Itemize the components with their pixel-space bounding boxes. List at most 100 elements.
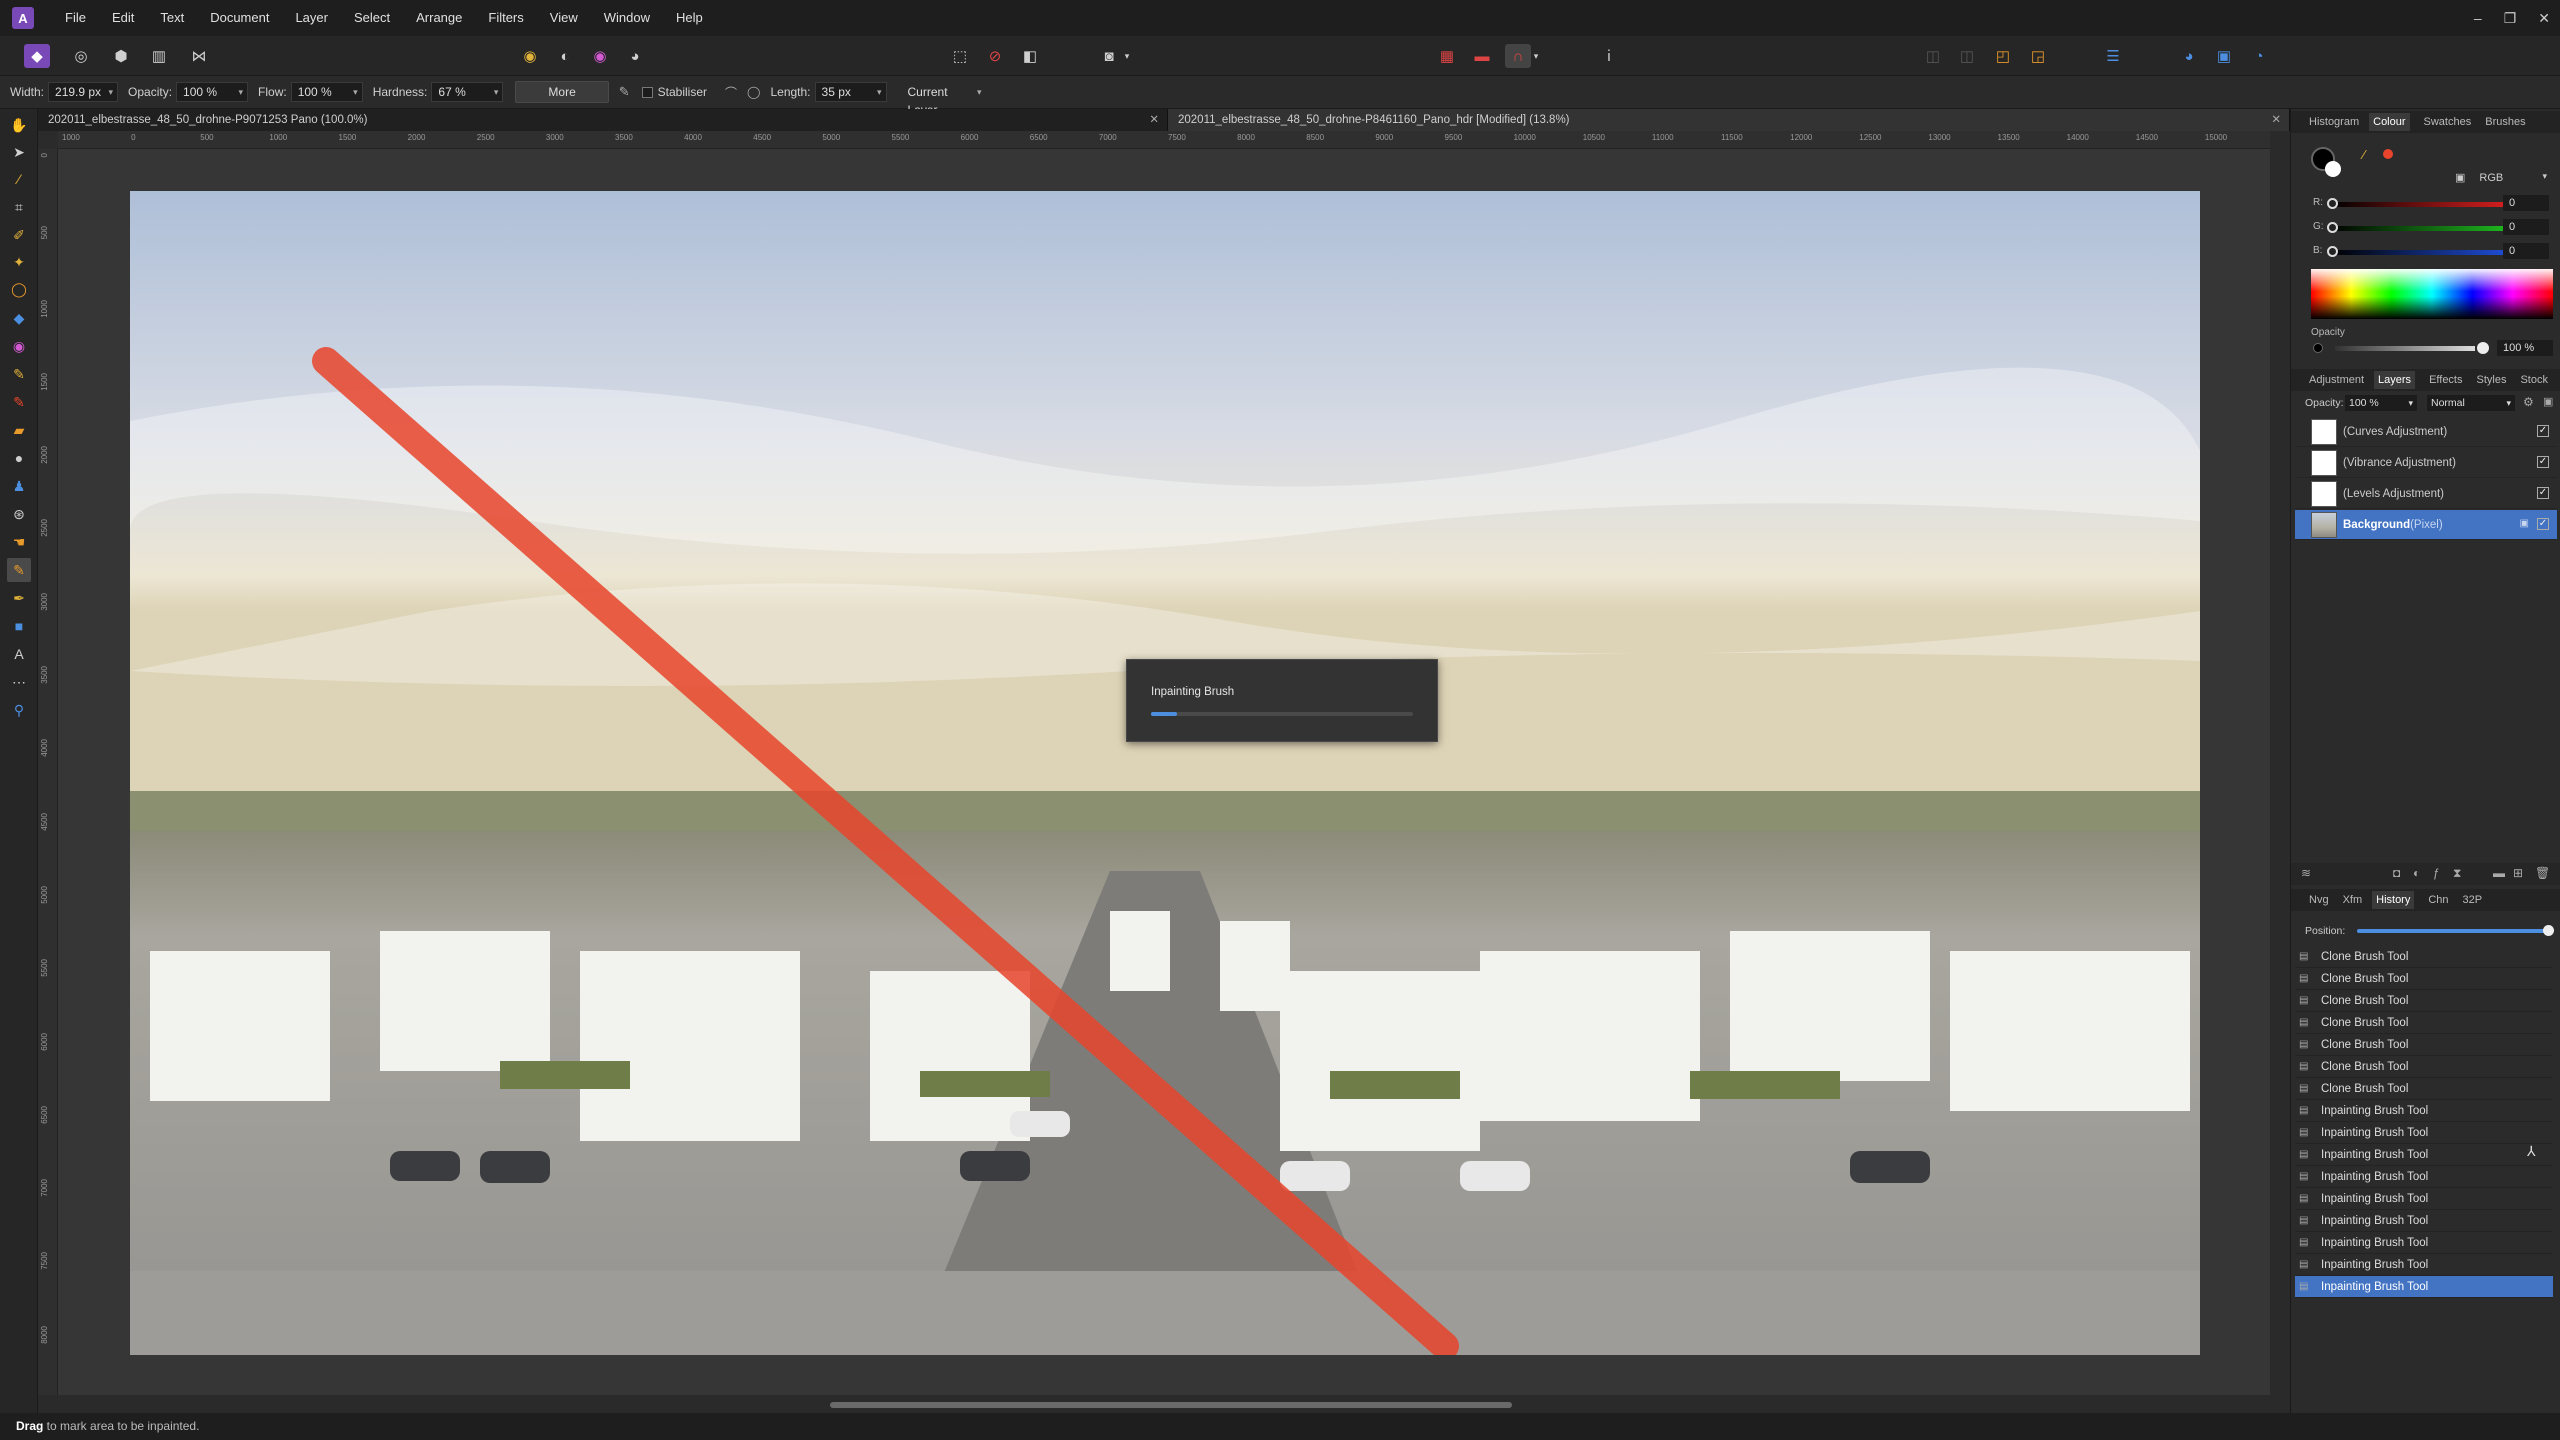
- mesh-warp-icon[interactable]: ⋯: [7, 670, 31, 694]
- assistant-icon[interactable]: ▬: [1469, 44, 1495, 68]
- layer-opacity-field[interactable]: 100 % ▾: [2345, 395, 2417, 411]
- layer-row-background[interactable]: Background (Pixel) ▣ ✓: [2295, 510, 2557, 540]
- pen-tool-icon[interactable]: ✒: [7, 586, 31, 610]
- history-item[interactable]: ▤ Clone Brush Tool: [2295, 1056, 2553, 1078]
- red-knob[interactable]: [2327, 198, 2338, 209]
- fx-icon[interactable]: ƒ: [2433, 866, 2440, 880]
- adjustment-icon[interactable]: ◐: [2413, 866, 2420, 880]
- history-item[interactable]: ▤ Inpainting Brush Tool: [2295, 1210, 2553, 1232]
- blue-knob[interactable]: [2327, 246, 2338, 257]
- colour-replace-icon[interactable]: ✎: [7, 390, 31, 414]
- selection-brush-icon[interactable]: ✐: [7, 223, 31, 247]
- blend-mode-dropdown[interactable]: Normal ▾: [2427, 395, 2515, 411]
- menu-text[interactable]: Text: [147, 0, 197, 36]
- history-item[interactable]: ▤ Clone Brush Tool: [2295, 946, 2553, 968]
- erase-brush-icon[interactable]: ▰: [7, 418, 31, 442]
- arrange-forward-icon[interactable]: ◫: [1954, 44, 1980, 68]
- live-filter-icon[interactable]: ⧗: [2453, 866, 2461, 881]
- red-slider[interactable]: R: 0: [2313, 195, 2549, 211]
- eyedropper-icon[interactable]: ⁄: [2363, 147, 2365, 162]
- restore-icon[interactable]: ❐: [2504, 10, 2517, 27]
- menu-layer[interactable]: Layer: [282, 0, 341, 36]
- window-mode-icon[interactable]: ◯: [747, 85, 760, 99]
- snapping-icon[interactable]: ∩: [1505, 44, 1531, 68]
- photo-persona-icon[interactable]: ◆: [24, 44, 50, 68]
- history-item[interactable]: ▤ Inpainting Brush Tool: [2295, 1254, 2553, 1276]
- position-track[interactable]: [2357, 929, 2551, 933]
- layer-visibility-checkbox[interactable]: ✓: [2537, 487, 2549, 499]
- tab-transform[interactable]: Xfm: [2343, 894, 2363, 906]
- layer-visibility-checkbox[interactable]: ✓: [2537, 425, 2549, 437]
- pressure-icon[interactable]: ✎: [619, 84, 630, 100]
- swap-icon[interactable]: ◔: [2246, 44, 2272, 68]
- tab-effects[interactable]: Effects: [2429, 374, 2462, 386]
- tab-styles[interactable]: Styles: [2477, 374, 2507, 386]
- more-button[interactable]: More: [515, 81, 609, 103]
- close-icon[interactable]: ✕: [2538, 10, 2550, 27]
- lasso-icon[interactable]: ◯: [7, 277, 31, 301]
- auto-contrast-icon[interactable]: ◐: [552, 44, 578, 68]
- auto-levels-icon[interactable]: ◉: [517, 44, 543, 68]
- stabiliser-checkbox[interactable]: [641, 86, 653, 98]
- blue-slider[interactable]: B: 0: [2313, 243, 2549, 259]
- hardness-field[interactable]: 67 % ▾: [431, 82, 504, 102]
- tab-layers[interactable]: Layers: [2374, 371, 2416, 389]
- history-item[interactable]: ▤ Clone Brush Tool: [2295, 1034, 2553, 1056]
- r-value[interactable]: 0: [2503, 195, 2549, 211]
- g-value[interactable]: 0: [2503, 219, 2549, 235]
- lock-icon[interactable]: ▣: [2520, 518, 2529, 529]
- minimize-icon[interactable]: –: [2474, 10, 2482, 26]
- add-layer-icon[interactable]: ⊞: [2513, 866, 2523, 880]
- view-tool-icon[interactable]: ✋: [7, 113, 31, 137]
- mask-icon[interactable]: ◘: [2393, 866, 2400, 880]
- deselect-icon[interactable]: ⊘: [982, 44, 1008, 68]
- menu-edit[interactable]: Edit: [99, 0, 147, 36]
- auto-colours-icon[interactable]: ◉: [587, 44, 613, 68]
- grid-icon[interactable]: ▦: [1434, 44, 1460, 68]
- arrange-front-icon[interactable]: ◰: [1990, 44, 2016, 68]
- tab-stock[interactable]: Stock: [2520, 374, 2548, 386]
- vertical-scrollbar[interactable]: [2270, 131, 2290, 1395]
- flood-fill-icon[interactable]: ◆: [7, 306, 31, 330]
- arrange-back-most-icon[interactable]: ◲: [2025, 44, 2051, 68]
- quick-mask-icon[interactable]: ◙: [1096, 44, 1122, 68]
- crop-tool-icon[interactable]: ⌗: [7, 195, 31, 219]
- colour-picker-icon[interactable]: ⁄: [7, 167, 31, 191]
- menu-select[interactable]: Select: [341, 0, 403, 36]
- tab-32p[interactable]: 32P: [2463, 894, 2483, 906]
- tab-histogram[interactable]: Histogram: [2309, 116, 2359, 128]
- history-item[interactable]: ▤ Inpainting Brush Tool: [2295, 1276, 2553, 1298]
- menu-file[interactable]: File: [52, 0, 99, 36]
- paint-brush-icon[interactable]: ✎: [7, 362, 31, 386]
- history-item[interactable]: ▤ Inpainting Brush Tool: [2295, 1144, 2553, 1166]
- history-item[interactable]: ▤ Clone Brush Tool: [2295, 990, 2553, 1012]
- chevron-down-icon[interactable]: ▾: [1120, 44, 1134, 68]
- tab-channels[interactable]: Chn: [2428, 894, 2448, 906]
- layer-row-levels[interactable]: (Levels Adjustment) ✓: [2295, 479, 2557, 509]
- close-icon[interactable]: ✕: [2271, 109, 2281, 131]
- history-item[interactable]: ▤ Inpainting Brush Tool: [2295, 1166, 2553, 1188]
- history-item[interactable]: ▤ Inpainting Brush Tool: [2295, 1100, 2553, 1122]
- align-icon[interactable]: ☰: [2100, 44, 2126, 68]
- menu-arrange[interactable]: Arrange: [403, 0, 475, 36]
- clone-brush-icon[interactable]: ♟: [7, 474, 31, 498]
- history-item[interactable]: ▤ Clone Brush Tool: [2295, 968, 2553, 990]
- delete-icon[interactable]: 🗑: [2535, 866, 2550, 880]
- stack-icon[interactable]: ▣: [2211, 44, 2237, 68]
- length-field[interactable]: 35 px ▾: [814, 82, 887, 102]
- tone-mapping-persona-icon[interactable]: ▥: [146, 44, 172, 68]
- accent-colour-swatch[interactable]: [2383, 149, 2393, 159]
- tab-swatches[interactable]: Swatches: [2424, 116, 2472, 128]
- develop-persona-icon[interactable]: ⬢: [108, 44, 134, 68]
- menu-window[interactable]: Window: [591, 0, 663, 36]
- chevron-down-icon[interactable]: ▾: [1529, 44, 1543, 68]
- green-slider[interactable]: G: 0: [2313, 219, 2549, 235]
- layers-stack-icon[interactable]: ≋: [2301, 866, 2311, 880]
- colour-model-dropdown[interactable]: ▣ RGB ▾: [2455, 171, 2555, 189]
- flow-field[interactable]: 100 % ▾: [290, 82, 363, 102]
- menu-view[interactable]: View: [537, 0, 591, 36]
- gradient-icon[interactable]: ◉: [7, 334, 31, 358]
- canvas-area[interactable]: Inpainting Brush: [58, 149, 2270, 1395]
- opacity-knob[interactable]: [2477, 342, 2489, 354]
- group-icon[interactable]: ▬: [2493, 866, 2505, 880]
